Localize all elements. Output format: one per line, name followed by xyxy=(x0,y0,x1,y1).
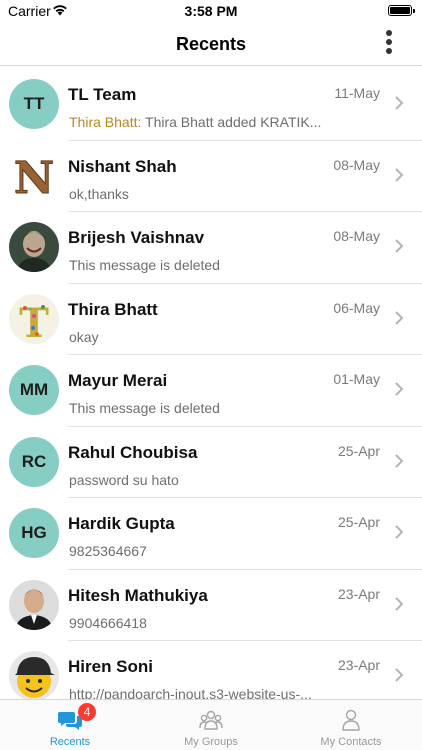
contact-name: Thira Bhatt xyxy=(68,299,158,319)
contact-name: Hardik Gupta xyxy=(68,514,175,533)
chevron-right-icon xyxy=(395,96,404,110)
conversation-row[interactable]: Hitesh Mathukiya 23-Apr 9904666418 xyxy=(0,570,422,641)
battery-icon xyxy=(388,5,415,16)
tab-label: My Groups xyxy=(184,736,238,748)
conversation-row[interactable]: N Nishant Shah 08-May ok,thanks xyxy=(0,141,422,212)
avatar: T xyxy=(9,293,59,344)
message-preview: This message is deleted xyxy=(69,400,220,416)
message-preview: This message is deleted xyxy=(69,257,220,273)
contact-name: Hitesh Mathukiya xyxy=(68,585,208,605)
conversation-row[interactable]: TT TL Team 11-May Thira Bhatt: Thira Bha… xyxy=(0,69,422,141)
contact-name: Hiren Soni xyxy=(68,657,154,676)
chevron-right-icon xyxy=(395,310,404,325)
message-date: 06-May xyxy=(333,299,380,316)
more-options-icon[interactable] xyxy=(382,30,396,58)
page-title: Recents xyxy=(175,34,247,54)
conversation-row[interactable]: T Thira Bhatt 06-May okay xyxy=(0,284,422,355)
group-icon xyxy=(199,710,223,730)
tab-label: My Contacts xyxy=(320,736,382,748)
conversation-row[interactable]: MM Mayur Merai 01-May This message is de… xyxy=(0,355,422,427)
contact-name: Nishant Shah xyxy=(68,156,177,176)
chevron-right-icon xyxy=(395,239,404,253)
avatar: N xyxy=(9,150,59,201)
message-preview: password su hato xyxy=(69,471,179,488)
message-preview: okay xyxy=(69,328,99,345)
message-date: 08-May xyxy=(333,228,380,244)
message-preview: Thira Bhatt: Thira Bhatt added KRATIK... xyxy=(69,114,322,130)
message-preview: 9904666418 xyxy=(69,614,147,631)
message-preview: ok,thanks xyxy=(69,185,129,202)
conversation-row[interactable]: HG Hardik Gupta 25-Apr 9825364667 xyxy=(0,498,422,570)
tab-my-groups[interactable]: My Groups xyxy=(141,700,281,750)
navigation-bar: Recents xyxy=(0,22,422,66)
tab-bar: 4 Recents My Groups My Contacts xyxy=(0,699,422,750)
status-bar: Carrier 3:58 PM xyxy=(0,0,422,22)
message-date: 23-Apr xyxy=(337,585,380,602)
contact-name: Mayur Merai xyxy=(68,371,168,390)
conversation-row[interactable]: RC Rahul Choubisa 25-Apr password su hat… xyxy=(0,427,422,498)
chevron-right-icon xyxy=(395,167,404,182)
person-icon xyxy=(342,709,360,731)
message-date: 25-Apr xyxy=(337,442,380,459)
message-date: 25-Apr xyxy=(337,514,380,530)
conversation-row[interactable]: Brijesh Vaishnav 08-May This message is … xyxy=(0,212,422,284)
message-preview: 9825364667 xyxy=(69,543,147,559)
message-date: 11-May xyxy=(334,85,380,101)
message-date: 08-May xyxy=(333,156,380,173)
avatar: TT xyxy=(9,79,59,129)
avatar: HG xyxy=(9,508,59,558)
chevron-right-icon xyxy=(395,596,404,611)
conversation-list[interactable]: TT TL Team 11-May Thira Bhatt: Thira Bha… xyxy=(0,69,422,699)
contact-name: TL Team xyxy=(68,85,137,104)
avatar xyxy=(9,579,59,630)
clock: 3:58 PM xyxy=(184,3,238,19)
tab-my-contacts[interactable]: My Contacts xyxy=(281,700,421,750)
chevron-right-icon xyxy=(395,668,404,682)
message-date: 23-Apr xyxy=(337,657,380,673)
avatar: RC xyxy=(9,436,59,487)
message-date: 01-May xyxy=(333,371,380,387)
message-preview: http://pandoarch-inout.s3-website-us-... xyxy=(69,686,312,699)
avatar xyxy=(9,651,59,699)
tab-recents[interactable]: 4 Recents xyxy=(0,700,140,750)
avatar xyxy=(9,222,59,272)
tab-label: Recents xyxy=(49,736,91,748)
chevron-right-icon xyxy=(395,525,404,539)
chevron-right-icon xyxy=(395,453,404,468)
avatar: MM xyxy=(9,365,59,415)
contact-name: Brijesh Vaishnav xyxy=(68,228,205,247)
message-sender: Thira Bhatt: xyxy=(69,114,142,130)
contact-name: Rahul Choubisa xyxy=(68,442,198,462)
conversation-row[interactable]: Hiren Soni 23-Apr http://pandoarch-inout… xyxy=(0,641,422,699)
chevron-right-icon xyxy=(395,382,404,396)
unread-badge: 4 xyxy=(78,703,96,721)
svg-text:N: N xyxy=(14,153,54,201)
